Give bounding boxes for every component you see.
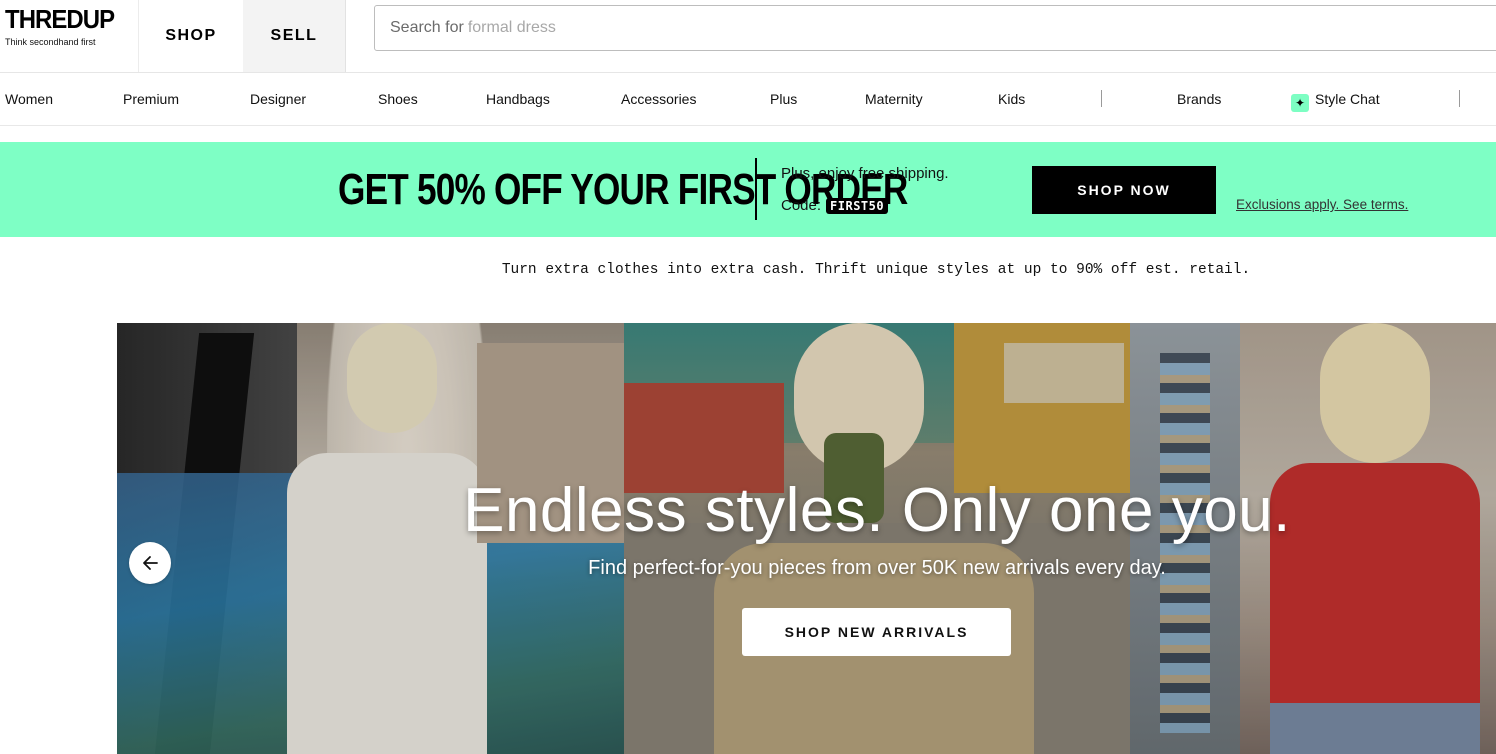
- promo-banner: GET 50% OFF YOUR FIRST ORDER Plus, enjoy…: [0, 142, 1496, 237]
- search-placeholder-suggestion: formal dress: [467, 19, 556, 36]
- nav-item-premium[interactable]: Premium: [123, 91, 179, 107]
- arrow-left-icon: [143, 556, 158, 570]
- promo-code-badge: FIRST50: [826, 197, 889, 214]
- nav-item-designer[interactable]: Designer: [250, 91, 306, 107]
- terms-link[interactable]: Exclusions apply. See terms.: [1236, 197, 1408, 212]
- hero-carousel: Endless styles. Only one you. Find perfe…: [117, 323, 1496, 754]
- search-input[interactable]: Search for formal dress: [374, 5, 1496, 51]
- nav-item-accessories[interactable]: Accessories: [621, 91, 696, 107]
- nav-item-kids[interactable]: Kids: [998, 91, 1025, 107]
- promo-code-label: Code:: [781, 197, 822, 214]
- promo-code-line: Code: FIRST50: [781, 197, 889, 214]
- hero-title: Endless styles. Only one you.: [463, 476, 1291, 545]
- logo-tagline: Think secondhand first: [5, 37, 96, 47]
- nav-item-shoes[interactable]: Shoes: [378, 91, 418, 107]
- sparkle-icon: ✦: [1291, 94, 1309, 112]
- search-placeholder-prefix: Search for: [390, 19, 464, 36]
- shop-now-button[interactable]: SHOP NOW: [1032, 166, 1216, 214]
- nav-item-handbags[interactable]: Handbags: [486, 91, 550, 107]
- promo-divider: [755, 158, 757, 220]
- style-chat-label: Style Chat: [1315, 91, 1380, 107]
- hero-subtitle: Find perfect-for-you pieces from over 50…: [588, 557, 1166, 579]
- nav-divider: [1459, 90, 1460, 107]
- nav-item-plus[interactable]: Plus: [770, 91, 797, 107]
- shop-new-arrivals-button[interactable]: SHOP NEW ARRIVALS: [742, 608, 1011, 656]
- nav-item-women[interactable]: Women: [5, 91, 53, 107]
- tab-shop[interactable]: SHOP: [138, 0, 244, 72]
- top-header: THREDUP Think secondhand first SHOP SELL…: [0, 0, 1496, 73]
- nav-item-brands[interactable]: Brands: [1177, 91, 1221, 107]
- tagline-text: Turn extra clothes into extra cash. Thri…: [501, 262, 1251, 278]
- thredup-logo[interactable]: THREDUP Think secondhand first: [5, 6, 124, 47]
- tab-sell[interactable]: SELL: [243, 0, 346, 72]
- category-nav: Women Premium Designer Shoes Handbags Ac…: [0, 73, 1496, 126]
- nav-item-maternity[interactable]: Maternity: [865, 91, 923, 107]
- logo-wordmark: THREDUP: [5, 4, 115, 34]
- promo-subtitle: Plus, enjoy free shipping.: [781, 165, 949, 182]
- carousel-prev-button[interactable]: [129, 542, 171, 584]
- nav-divider: [1101, 90, 1102, 107]
- nav-item-style-chat[interactable]: ✦ Style Chat: [1291, 91, 1380, 112]
